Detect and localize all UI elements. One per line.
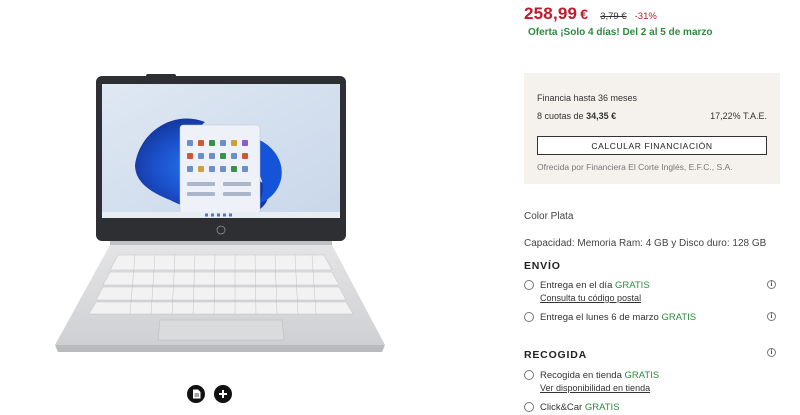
capacity-attribute: Capacidad: Memoria Ram: 4 GB y Disco dur… (524, 238, 767, 249)
option-label: Recogida en tienda GRATIS (540, 370, 660, 381)
old-price: 3,79 € (600, 11, 627, 22)
info-icon[interactable]: i (767, 348, 776, 357)
option-label: Entrega en el día GRATIS (540, 280, 650, 291)
monday-radio[interactable] (524, 312, 534, 322)
shipping-title: ENVÍO (524, 260, 561, 272)
offer-text: Oferta ¡Solo 4 días! Del 2 al 5 de marzo (528, 27, 713, 38)
info-icon[interactable]: i (767, 280, 776, 289)
financing-tae: 17,22% T.A.E. (710, 111, 767, 121)
discount-badge: -31% (634, 11, 657, 22)
plus-icon[interactable] (214, 385, 232, 403)
calculate-financing-button[interactable]: CALCULAR FINANCIACIÓN (537, 136, 767, 155)
financing-quota: 8 cuotas de 34,35 € (537, 111, 617, 121)
financing-note: Ofrecida por Financiera El Corte Inglés,… (537, 162, 733, 172)
pickup-title: RECOGIDA (524, 349, 587, 361)
option-label: Entrega el lunes 6 de marzo GRATIS (540, 312, 697, 323)
info-icon[interactable]: i (767, 312, 776, 321)
price-row: 258,99 € 3,79 € -31% (524, 4, 657, 24)
laptop-illustration (55, 74, 385, 352)
color-attribute: Color Plata (524, 211, 574, 222)
document-icon[interactable] (187, 385, 205, 403)
financing-title: Financia hasta 36 meses (537, 93, 638, 103)
image-actions (187, 385, 232, 403)
store-availability-link[interactable]: Ver disponibilidad en tienda (540, 383, 650, 393)
financing-box: Financia hasta 36 meses 8 cuotas de 34,3… (524, 73, 780, 184)
store-pickup-radio[interactable] (524, 370, 534, 380)
product-image[interactable] (40, 70, 410, 360)
option-label: Click&Car GRATIS (540, 402, 620, 413)
click-car-radio[interactable] (524, 402, 534, 412)
same-day-radio[interactable] (524, 280, 534, 290)
current-price: 258,99 € (524, 4, 589, 23)
postal-code-link[interactable]: Consulta tu código postal (540, 293, 641, 303)
